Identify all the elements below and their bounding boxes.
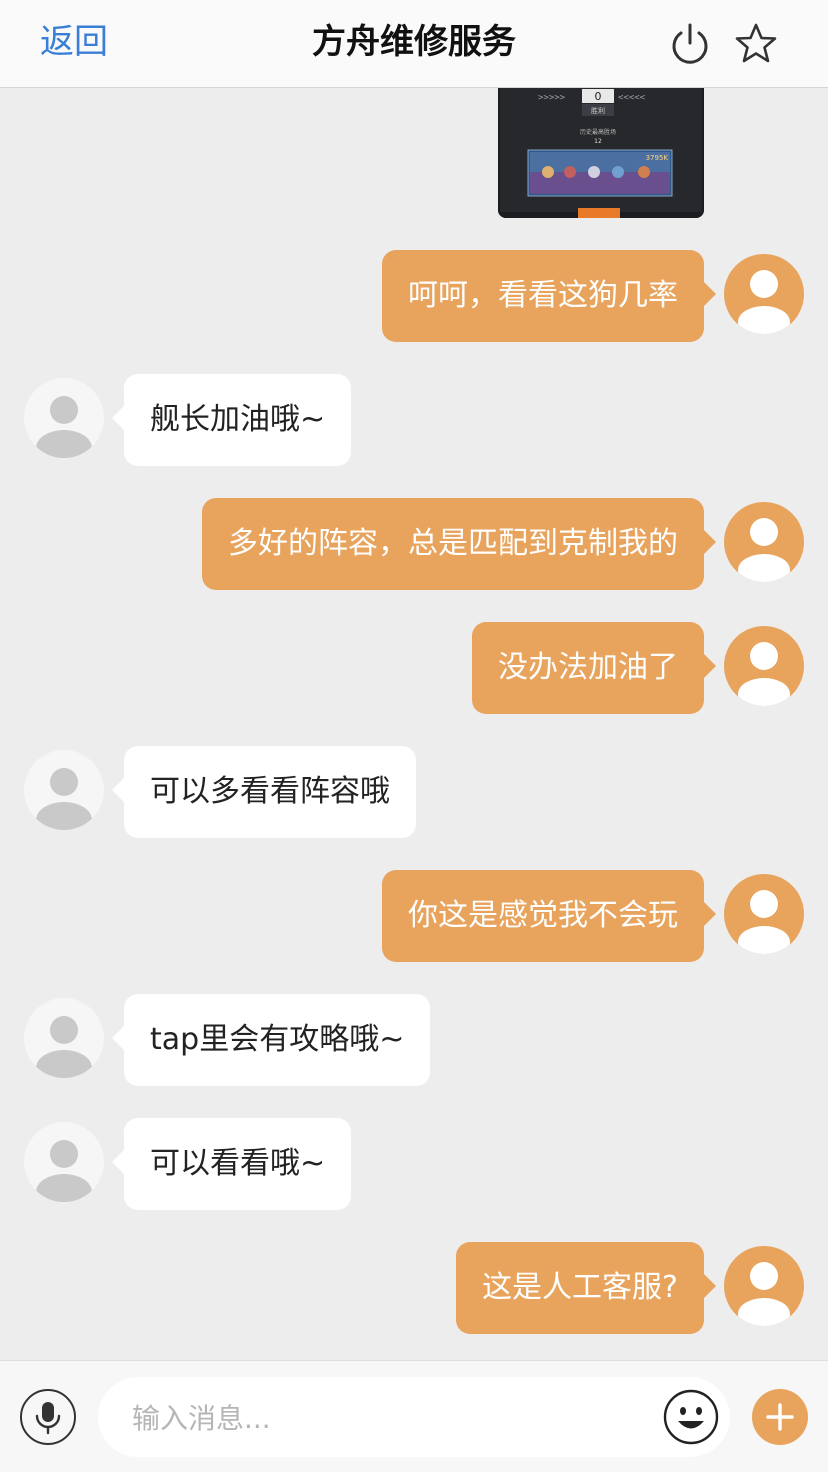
message-row: 可以看看哦~ (0, 1118, 828, 1210)
voice-button[interactable] (20, 1389, 76, 1445)
user-avatar[interactable] (724, 502, 804, 582)
power-icon[interactable] (668, 22, 712, 66)
counter-text: 0 (595, 90, 602, 103)
person-icon (36, 1016, 92, 1078)
person-icon (738, 270, 790, 334)
message-row: tap里会有攻略哦~ (0, 994, 828, 1086)
outgoing-message-bubble[interactable]: 你这是感觉我不会玩 (382, 870, 716, 962)
back-button[interactable]: 返回 (40, 20, 108, 64)
person-icon (738, 518, 790, 582)
message-row: 多好的阵容，总是匹配到克制我的 (0, 498, 828, 590)
message-row: 这是人工客服? (0, 1242, 828, 1334)
input-bar (0, 1360, 828, 1472)
outgoing-message-bubble[interactable]: 多好的阵容，总是匹配到克制我的 (202, 498, 716, 590)
result-label: 胜利 (591, 106, 605, 115)
person-icon (738, 890, 790, 954)
person-icon (36, 768, 92, 830)
plus-icon (766, 1403, 794, 1431)
user-avatar[interactable] (724, 626, 804, 706)
message-row: 没办法加油了 (0, 622, 828, 714)
person-icon (36, 1140, 92, 1202)
incoming-message-bubble[interactable]: 舰长加油哦~ (111, 374, 352, 466)
score-text: 3795K (646, 154, 669, 162)
outgoing-message-bubble[interactable]: 呵呵，看看这狗几率 (382, 250, 716, 342)
incoming-message-bubble[interactable]: 可以多看看阵容哦 (112, 746, 416, 838)
person-icon (738, 1262, 790, 1326)
outgoing-message-bubble[interactable]: 没办法加油了 (472, 622, 716, 714)
message-row: 舰长加油哦~ (0, 374, 828, 466)
message-input[interactable] (130, 1377, 654, 1459)
message-row: 你这是感觉我不会玩 (0, 870, 828, 962)
message-row: 可以多看看阵容哦 (0, 746, 828, 838)
svg-text:>>>>>: >>>>> (538, 93, 566, 103)
person-icon (36, 396, 92, 458)
game-result-image: >>>>> <<<<< 0 胜利 历史最高胜场 12 3795K (498, 88, 704, 218)
agent-avatar[interactable] (24, 378, 104, 458)
incoming-message-bubble[interactable]: 可以看看哦~ (111, 1118, 352, 1210)
star-icon[interactable] (734, 22, 778, 66)
agent-avatar[interactable] (24, 998, 104, 1078)
user-avatar[interactable] (724, 874, 804, 954)
stat-value: 12 (594, 138, 602, 145)
person-icon (738, 642, 790, 706)
agent-avatar[interactable] (24, 1122, 104, 1202)
user-avatar[interactable] (724, 254, 804, 334)
stat-label: 历史最高胜场 (580, 128, 616, 136)
svg-text:<<<<<: <<<<< (618, 93, 646, 103)
incoming-message-bubble[interactable]: tap里会有攻略哦~ (111, 994, 431, 1086)
agent-avatar[interactable] (24, 750, 104, 830)
message-row: 呵呵，看看这狗几率 (0, 250, 828, 342)
header-bar: 返回 方舟维修服务 (0, 0, 828, 88)
more-button[interactable] (752, 1389, 808, 1445)
message-input-container (98, 1377, 730, 1459)
outgoing-message-bubble[interactable]: 这是人工客服? (456, 1242, 716, 1334)
screenshot-thumbnail[interactable]: >>>>> <<<<< 0 胜利 历史最高胜场 12 3795K (498, 88, 704, 218)
microphone-icon (35, 1402, 61, 1435)
emoji-icon[interactable] (662, 1388, 720, 1446)
user-avatar[interactable] (724, 1246, 804, 1326)
